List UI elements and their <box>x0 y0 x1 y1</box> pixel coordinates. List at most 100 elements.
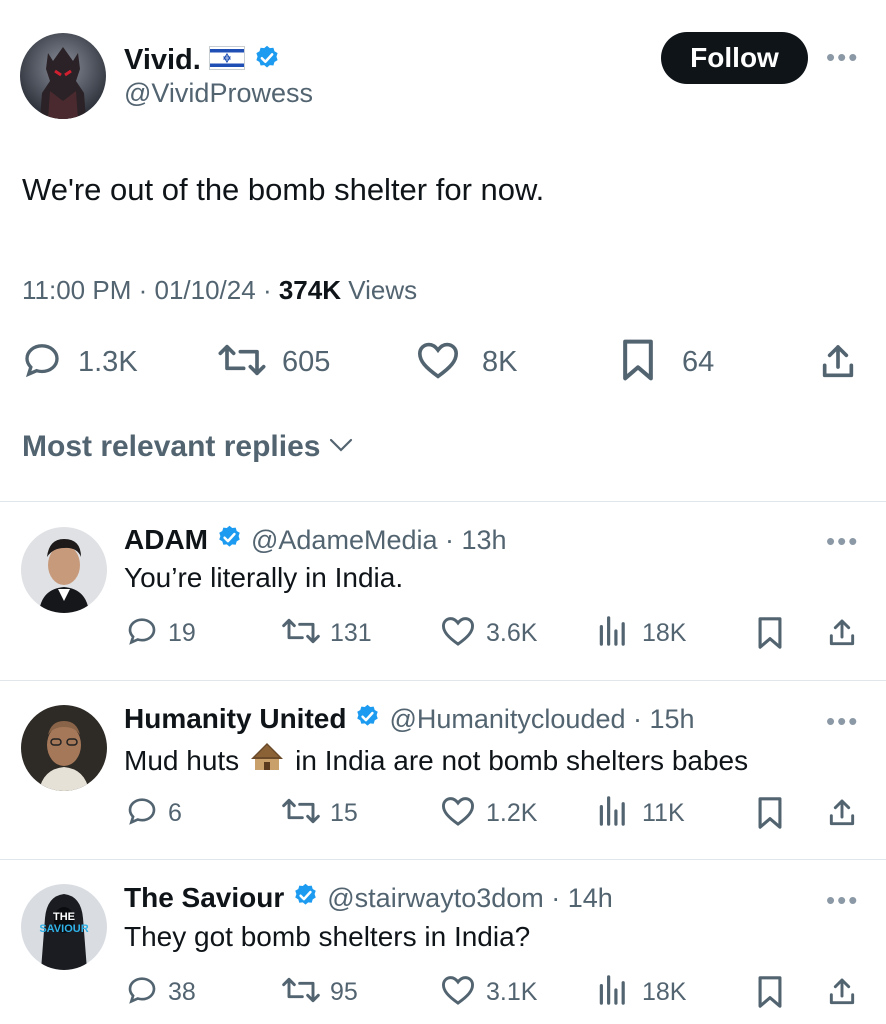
repost-icon <box>216 340 268 385</box>
repost-button[interactable]: 15 <box>280 796 358 830</box>
like-count: 1.2K <box>486 798 538 827</box>
reply-author-name[interactable]: ADAM <box>124 524 208 556</box>
hut-icon <box>249 741 285 780</box>
views-label: Views <box>348 275 418 305</box>
reply-text-part: in India are not bomb shelters babes <box>295 744 749 776</box>
more-options-icon[interactable]: ••• <box>826 887 859 913</box>
heart-icon <box>440 615 476 652</box>
views-bar-chart-icon <box>598 974 628 1011</box>
like-button[interactable]: 1.2K <box>440 796 537 830</box>
reply-author-name[interactable]: The Saviour <box>124 882 284 914</box>
avatar-logo-text: SAVIOUR <box>39 923 88 935</box>
reply-button[interactable]: 1.3K <box>22 340 138 384</box>
share-icon[interactable] <box>826 796 858 835</box>
heart-icon <box>440 974 476 1011</box>
reply-author-handle[interactable]: @Humanityclouded <box>389 704 625 735</box>
like-button[interactable]: 3.1K <box>440 975 537 1009</box>
reply-button[interactable]: 19 <box>126 616 196 650</box>
reply-avatar[interactable]: THE SAVIOUR <box>21 884 107 970</box>
replies-sort-dropdown[interactable]: Most relevant replies <box>22 430 354 464</box>
like-count: 8K <box>482 345 518 378</box>
reply-icon <box>126 795 158 832</box>
bookmark-icon[interactable] <box>756 975 784 1014</box>
author-avatar[interactable] <box>20 33 106 119</box>
more-options-icon[interactable]: ••• <box>826 44 859 70</box>
view-count: 18K <box>642 618 687 647</box>
repost-button[interactable]: 95 <box>280 975 358 1009</box>
views-button[interactable]: 18K <box>598 974 687 1011</box>
follow-button[interactable]: Follow <box>661 32 808 84</box>
like-button[interactable]: 3.6K <box>440 616 537 650</box>
share-icon[interactable] <box>826 975 858 1014</box>
reply-avatar[interactable] <box>21 705 107 791</box>
chevron-down-icon <box>328 435 354 460</box>
divider <box>0 859 886 860</box>
reply-time[interactable]: 14h <box>568 883 613 914</box>
reply-avatar[interactable] <box>21 527 107 613</box>
separator-dot: · <box>543 882 568 913</box>
like-button[interactable]: 8K <box>416 340 517 384</box>
reply-time[interactable]: 15h <box>650 704 695 735</box>
repost-icon <box>280 974 322 1011</box>
reply-icon <box>126 615 158 652</box>
reply-text-part: Mud huts <box>124 744 240 776</box>
bookmark-button[interactable]: 64 <box>620 338 715 387</box>
more-options-icon[interactable]: ••• <box>826 708 859 734</box>
share-icon[interactable] <box>818 342 858 387</box>
view-count: 18K <box>642 977 687 1006</box>
avatar-logo-text: THE <box>53 911 75 923</box>
tweet-text: We're out of the bomb shelter for now. <box>22 172 545 207</box>
like-count: 3.6K <box>486 618 538 647</box>
view-count: 11K <box>642 798 685 827</box>
heart-icon <box>440 795 476 832</box>
heart-icon <box>416 340 460 385</box>
reply-author-handle[interactable]: @AdameMedia <box>251 525 438 556</box>
views-button[interactable]: 18K <box>598 615 687 652</box>
separator-dot: · <box>625 703 650 734</box>
repost-count: 605 <box>282 345 331 378</box>
reply-time[interactable]: 13h <box>462 525 507 556</box>
repost-button[interactable]: 131 <box>280 616 372 650</box>
repost-icon <box>280 615 322 652</box>
views-button[interactable]: 11K <box>598 795 685 832</box>
views-bar-chart-icon <box>598 795 628 832</box>
reply-text: Mud huts in India are not bomb shelters … <box>124 741 748 780</box>
author-name[interactable]: Vivid. <box>124 44 201 77</box>
share-icon[interactable] <box>826 616 858 655</box>
bookmark-icon[interactable] <box>756 796 784 835</box>
repost-count: 131 <box>330 618 372 647</box>
bookmark-icon <box>620 338 656 387</box>
bookmark-count: 64 <box>682 345 715 378</box>
reply-count: 1.3K <box>78 345 138 378</box>
more-options-icon[interactable]: ••• <box>826 528 859 554</box>
like-count: 3.1K <box>486 977 538 1006</box>
reply-button[interactable]: 38 <box>126 975 196 1009</box>
views-bar-chart-icon <box>598 615 628 652</box>
reply-button[interactable]: 6 <box>126 796 182 830</box>
divider <box>0 501 886 502</box>
reply-text: They got bomb shelters in India? <box>124 921 531 952</box>
separator-dot: · <box>437 524 462 555</box>
separator-dot: · <box>262 275 279 305</box>
verified-badge-icon <box>354 703 381 735</box>
author-handle[interactable]: @VividProwess <box>124 78 313 109</box>
views-count: 374K <box>278 275 341 305</box>
verified-badge-icon <box>216 524 243 556</box>
reply-count: 6 <box>168 798 182 827</box>
israel-flag-icon <box>208 45 245 75</box>
repost-icon <box>280 795 322 832</box>
bookmark-icon[interactable] <box>756 616 784 655</box>
reply-author-name[interactable]: Humanity United <box>124 703 346 735</box>
reply-author-handle[interactable]: @stairwayto3dom <box>327 883 544 914</box>
reply-icon <box>126 974 158 1011</box>
reply-count: 19 <box>168 618 196 647</box>
tweet-meta: 11:00 PM · 01/10/24 · 374K Views <box>22 275 417 306</box>
divider <box>0 680 886 681</box>
replies-sort-label: Most relevant replies <box>22 430 321 463</box>
repost-button[interactable]: 605 <box>216 340 330 384</box>
tweet-date[interactable]: 01/10/24 <box>154 275 255 305</box>
reply-icon <box>22 340 62 385</box>
verified-badge-icon <box>253 44 281 77</box>
tweet-time[interactable]: 11:00 PM <box>22 275 131 305</box>
verified-badge-icon <box>292 882 319 914</box>
